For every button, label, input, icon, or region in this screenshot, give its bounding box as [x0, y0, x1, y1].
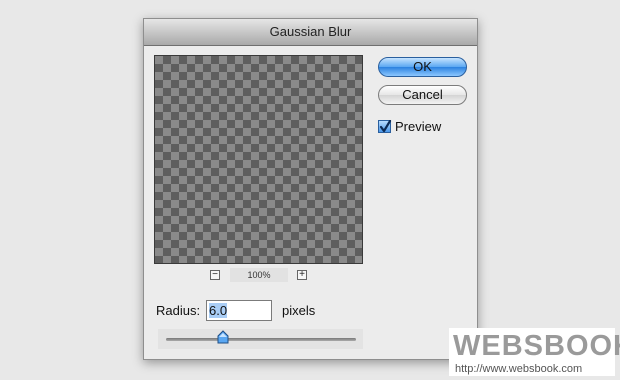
- watermark-logo: WEBSBOOK: [453, 330, 620, 362]
- radius-input[interactable]: 6.0: [206, 300, 272, 321]
- radius-units: pixels: [282, 303, 316, 318]
- cancel-button[interactable]: Cancel: [378, 85, 467, 105]
- preview-canvas[interactable]: [154, 55, 363, 264]
- watermark: WEBSBOOK http://www.websbook.com: [449, 328, 620, 376]
- ok-button[interactable]: OK: [378, 57, 467, 77]
- gaussian-blur-dialog: Gaussian Blur − 100% + OK Cancel Preview…: [143, 18, 478, 360]
- zoom-controls: − 100% +: [154, 268, 363, 283]
- slider-track[interactable]: [166, 338, 356, 341]
- radius-slider[interactable]: [158, 329, 363, 349]
- slider-thumb-icon[interactable]: [217, 330, 229, 344]
- zoom-in-icon[interactable]: +: [297, 270, 307, 280]
- checkmark-icon[interactable]: [378, 120, 392, 133]
- watermark-url: http://www.websbook.com: [455, 363, 583, 375]
- zoom-out-icon[interactable]: −: [210, 270, 220, 280]
- dialog-title: Gaussian Blur: [144, 19, 477, 46]
- preview-label: Preview: [395, 119, 442, 134]
- radius-label: Radius:: [156, 303, 201, 318]
- radius-value: 6.0: [209, 303, 228, 318]
- zoom-level: 100%: [230, 268, 288, 282]
